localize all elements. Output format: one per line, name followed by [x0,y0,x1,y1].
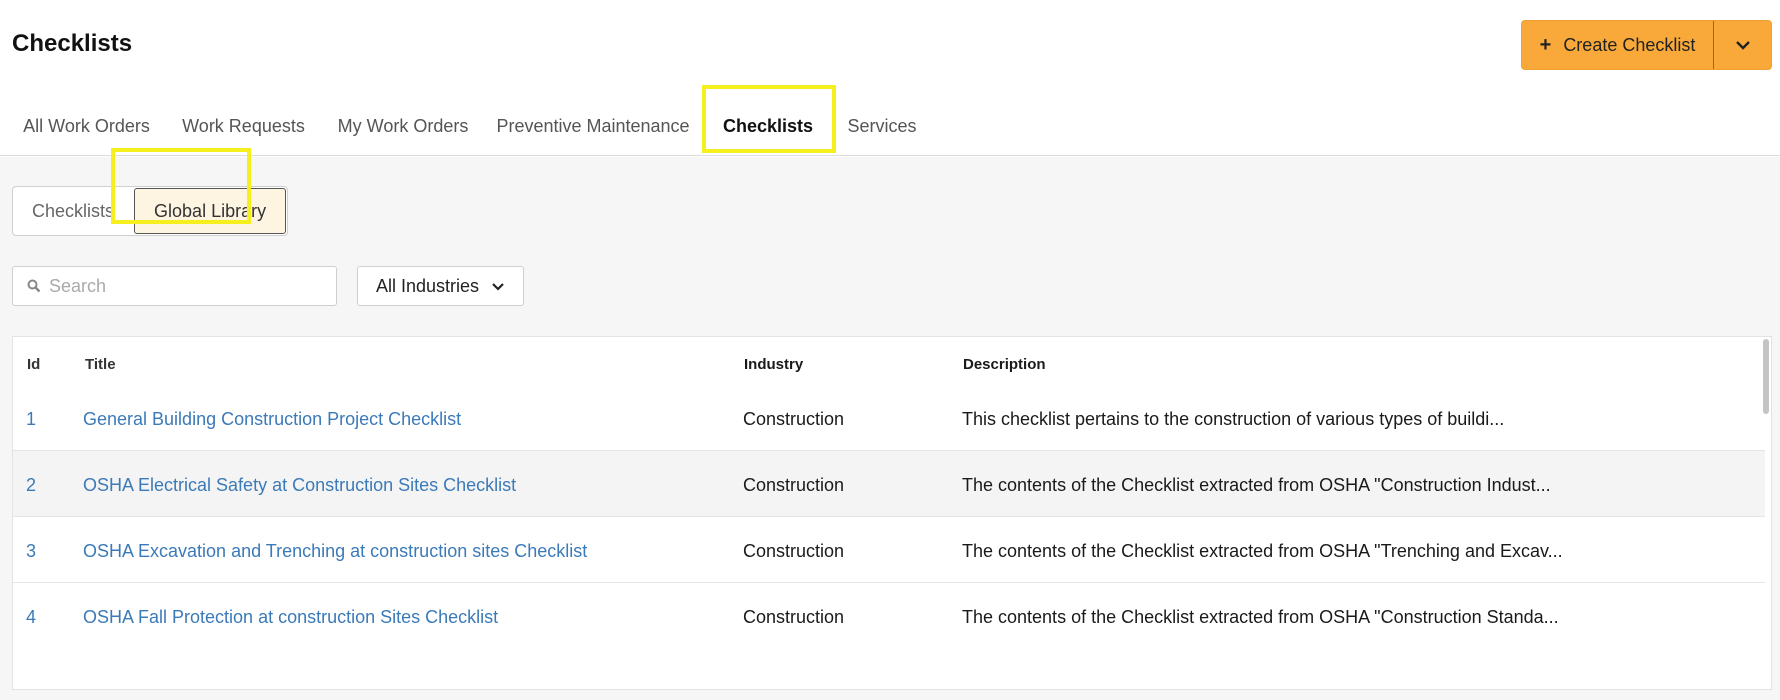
create-options-dropdown-button[interactable] [1713,21,1771,69]
industry-filter-label: All Industries [375,275,480,296]
create-checklist-label: Create Checklist [1563,34,1696,55]
segment-checklists[interactable]: Checklists [13,187,133,235]
chevron-down-icon [492,282,504,291]
column-header-id[interactable]: Id [27,356,40,373]
table-row[interactable]: 4 OSHA Fall Protection at construction S… [13,583,1765,649]
row-title-link[interactable]: OSHA Excavation and Trenching at constru… [83,541,587,562]
table-row[interactable]: 1 General Building Construction Project … [13,391,1765,451]
table-row[interactable]: 2 OSHA Electrical Safety at Construction… [13,451,1765,517]
table-row[interactable]: 3 OSHA Excavation and Trenching at const… [13,517,1765,583]
create-checklist-button-group: + Create Checklist [1521,20,1772,70]
row-industry: Construction [743,541,845,561]
checklist-table: Id Title Industry Description 1 General … [12,336,1772,690]
row-industry: Construction [743,607,845,627]
create-checklist-button[interactable]: + Create Checklist [1522,21,1713,69]
row-title-link[interactable]: OSHA Fall Protection at construction Sit… [83,607,498,628]
row-id[interactable]: 4 [26,607,36,628]
row-title-link[interactable]: General Building Construction Project Ch… [83,409,461,430]
library-segmented-control: Checklists Global Library [12,186,289,236]
main-content: Checklists Global Library All Industries… [0,157,1780,700]
industry-filter-dropdown[interactable]: All Industries [357,266,524,306]
chevron-down-icon [1735,41,1750,50]
row-id[interactable]: 1 [26,409,36,430]
column-header-industry[interactable]: Industry [744,356,803,373]
search-input[interactable] [49,275,319,297]
tab-all-work-orders[interactable]: All Work Orders [23,98,150,155]
page-title: Checklists [12,30,133,57]
tab-preventive-maintenance[interactable]: Preventive Maintenance [496,98,689,155]
row-description: The contents of the Checklist extracted … [962,475,1551,495]
column-header-description[interactable]: Description [963,356,1046,373]
segment-global-library[interactable]: Global Library [134,188,287,234]
row-description: The contents of the Checklist extracted … [962,607,1559,627]
row-industry: Construction [743,409,845,429]
tab-checklists[interactable]: Checklists [714,98,822,155]
row-description: This checklist pertains to the construct… [962,409,1505,429]
table-header: Id Title Industry Description [13,337,1771,391]
row-description: The contents of the Checklist extracted … [962,541,1563,561]
tab-my-work-orders[interactable]: My Work Orders [338,98,469,155]
tab-bar: All Work Orders Work Requests My Work Or… [0,98,1780,156]
row-industry: Construction [743,475,845,495]
row-id[interactable]: 2 [26,475,36,496]
search-box [12,266,337,306]
row-title-link[interactable]: OSHA Electrical Safety at Construction S… [83,475,516,496]
tab-work-requests[interactable]: Work Requests [182,98,305,155]
row-id[interactable]: 3 [26,541,36,562]
tab-services[interactable]: Services [845,98,919,155]
table-scrollbar[interactable] [1763,339,1769,414]
plus-icon: + [1539,34,1552,56]
search-icon [27,279,41,293]
column-header-title[interactable]: Title [85,356,116,373]
